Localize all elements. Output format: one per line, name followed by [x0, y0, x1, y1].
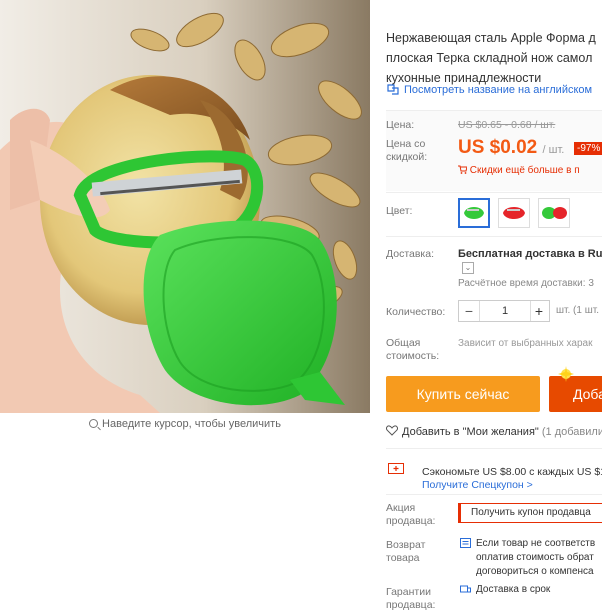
guarantee-label: Гарантии продавца:	[386, 586, 436, 611]
get-coupon-link[interactable]: Получите Спецкупон >	[422, 479, 533, 491]
discount-price-label: Цена со скидкой:	[386, 138, 428, 163]
color-swatch-mixed[interactable]	[538, 198, 570, 228]
delivery-guarantee-icon	[460, 585, 471, 593]
divider	[386, 494, 602, 495]
add-to-wishlist-link[interactable]: Добавить в "Мои желания" (1 добавили	[386, 425, 602, 438]
magnifier-icon	[89, 419, 99, 428]
color-swatch-red[interactable]	[498, 198, 530, 228]
buy-now-button[interactable]: Купить сейчас	[386, 376, 540, 412]
cart-icon	[458, 165, 468, 174]
shipping-label: Доставка:	[386, 248, 435, 260]
total-label: Общая стоимость:	[386, 337, 440, 362]
translate-icon	[387, 84, 399, 95]
zoom-hint: Наведите курсор, чтобы увеличить	[0, 418, 370, 430]
mixed-peeler-thumb	[542, 207, 567, 219]
add-to-cart-button[interactable]: Доба	[549, 376, 602, 412]
quantity-decrease-button[interactable]: −	[459, 301, 479, 321]
divider	[386, 192, 602, 193]
returns-text: Если товар не соответств оплатив стоимос…	[476, 538, 596, 577]
quantity-increase-button[interactable]: +	[529, 301, 549, 321]
old-price: US $0.65 - 0.68 / шт.	[458, 119, 556, 131]
returns-label: Возврат товара	[386, 539, 426, 564]
divider	[386, 236, 602, 237]
discount-badge: -97%	[574, 142, 602, 155]
product-photo-illustration	[0, 0, 370, 413]
shipping-dropdown-chevron-icon[interactable]: ⌄	[462, 262, 474, 274]
red-peeler-thumb	[503, 207, 525, 219]
get-seller-coupon-button[interactable]: Получить купон продавца	[458, 503, 602, 523]
quantity-unit-note: шт. (1 шт.	[556, 305, 599, 316]
product-image[interactable]	[0, 0, 370, 413]
bulk-discount-link[interactable]: Скидки ещё больше в п	[458, 165, 580, 176]
guarantee-text: Доставка в срок	[476, 584, 551, 595]
color-swatch-green[interactable]	[458, 198, 490, 228]
quantity-label: Количество:	[386, 306, 446, 318]
delivery-time: Расчётное время доставки: 3	[458, 278, 594, 289]
seller-promo-label: Акция продавца:	[386, 502, 436, 527]
green-peeler-thumb	[464, 207, 484, 219]
product-info: Нержавеющая сталь Apple Форма д плоская …	[386, 0, 602, 611]
new-price: US $0.02 / шт.	[458, 137, 565, 158]
quantity-input[interactable]: 1	[479, 301, 531, 321]
color-label: Цвет:	[386, 205, 413, 217]
quantity-stepper: − 1 +	[458, 300, 550, 322]
total-value: Зависит от выбранных харак	[458, 338, 593, 349]
return-policy-icon	[460, 538, 471, 548]
coupon-text: Сэкономьте US $8.00 с каждых US $1	[422, 466, 602, 478]
translate-title-link[interactable]: Посмотреть название на английском	[386, 83, 592, 96]
coupon-icon	[388, 463, 404, 474]
shipping-title: Бесплатная доставка в Rus	[458, 248, 602, 260]
sparkle-icon	[558, 366, 574, 382]
heart-icon	[386, 425, 398, 436]
product-title: Нержавеющая сталь Apple Форма д плоская …	[386, 31, 596, 85]
divider	[386, 448, 602, 449]
price-label: Цена:	[386, 119, 415, 131]
price-box: Цена: US $0.65 - 0.68 / шт. Цена со скид…	[386, 110, 602, 191]
